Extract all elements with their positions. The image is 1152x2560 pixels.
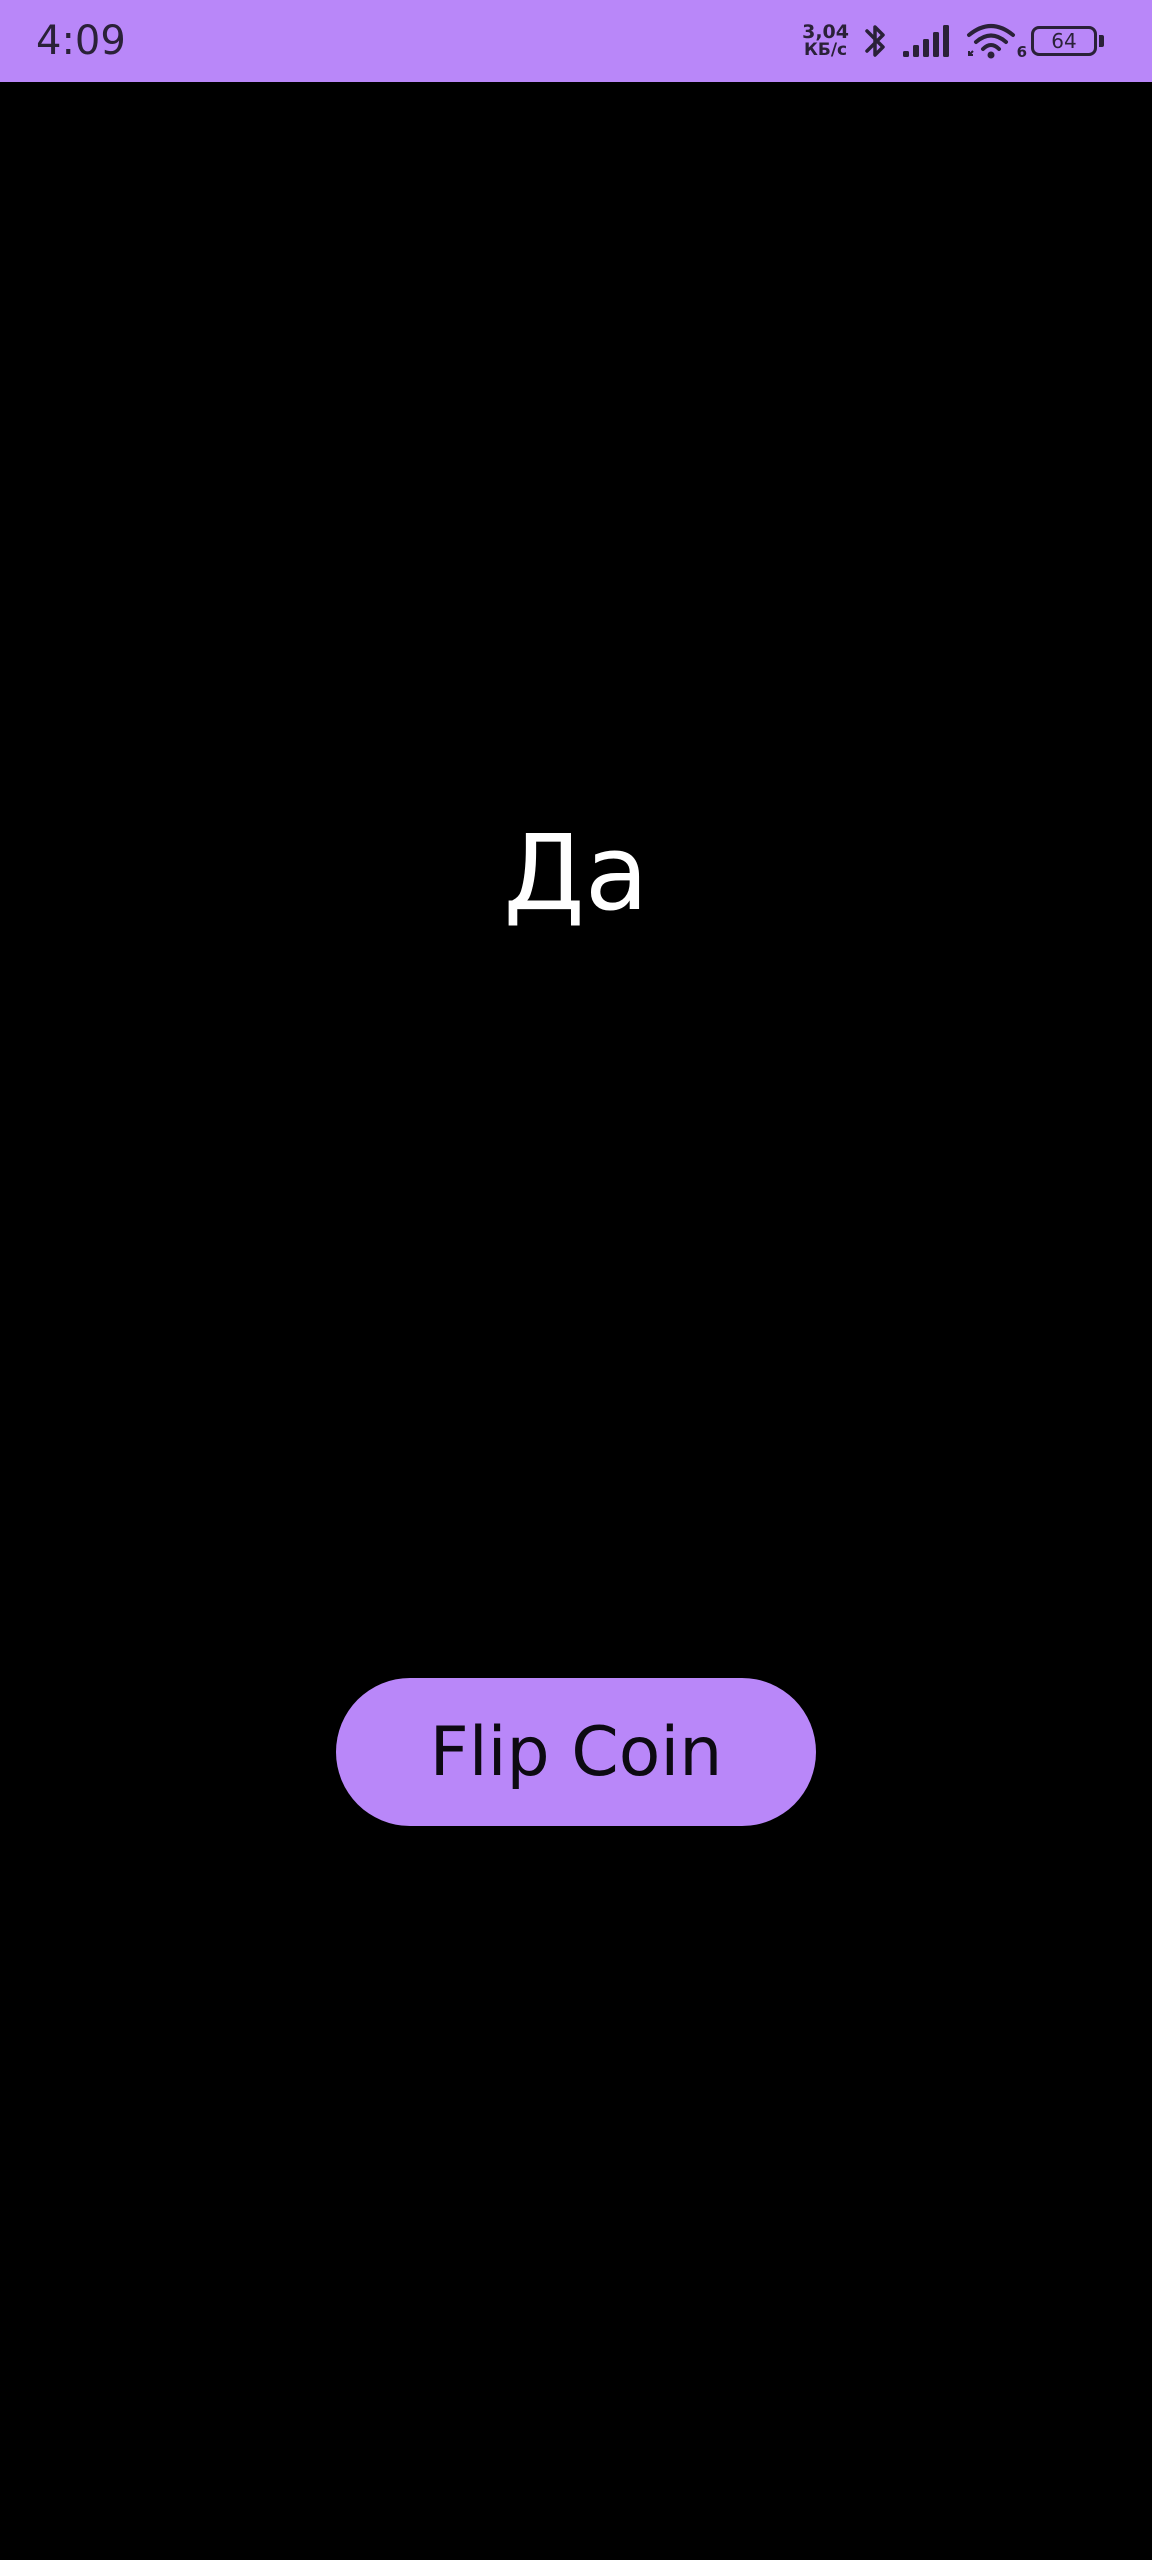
network-speed: 3,04 КБ/с: [802, 21, 849, 60]
app-screen: 4:09 3,04 КБ/с 6 64 Да Flip Coin: [0, 0, 1152, 2560]
status-bar: 4:09 3,04 КБ/с 6 64: [0, 0, 1152, 82]
network-speed-value: 3,04: [802, 21, 849, 43]
signal-icon: [901, 23, 951, 59]
status-icons: 3,04 КБ/с 6 64: [802, 0, 1104, 82]
bluetooth-icon: [863, 21, 887, 61]
network-speed-unit: КБ/с: [803, 40, 848, 60]
battery-icon: 64: [1031, 26, 1104, 56]
flip-coin-button[interactable]: Flip Coin: [336, 1678, 816, 1826]
status-time: 4:09: [36, 18, 126, 64]
battery-level: 64: [1031, 26, 1097, 56]
wifi-standard-label: 6: [1016, 43, 1027, 61]
wifi-icon: 6: [965, 21, 1027, 61]
coin-result-text: Да: [503, 812, 649, 934]
battery-tip: [1099, 35, 1104, 47]
